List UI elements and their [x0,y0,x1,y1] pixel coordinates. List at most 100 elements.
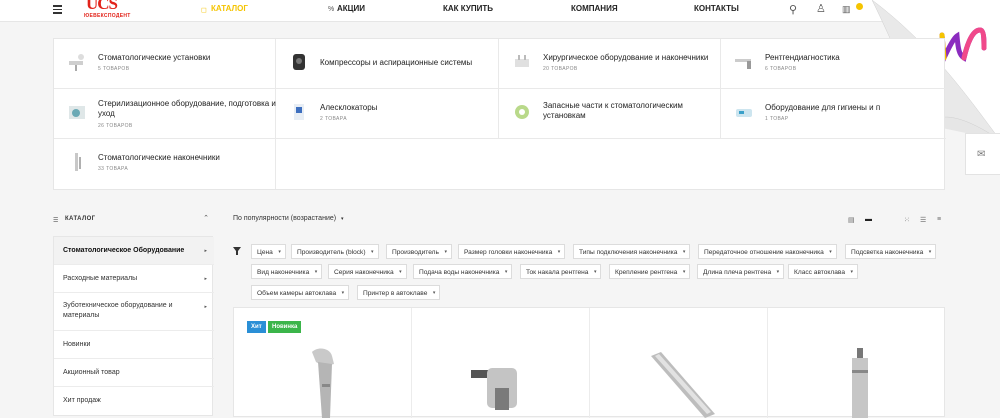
cart-badge [856,3,863,10]
category-name: Оборудование для гигиены и п [765,103,881,112]
filter-price[interactable]: Цена ▾ [251,244,286,259]
filter-connection-type[interactable]: Типы подключения наконечника ▾ [573,244,691,259]
view-compact-icon[interactable]: ▬ [865,216,872,223]
dental-unit-icon [69,54,84,71]
filter-handpiece-type[interactable]: Вид наконечника ▾ [251,264,323,279]
logo-subtext: ЮЕВЕКСПОДЕНТ [84,13,131,19]
caret-down-icon: ▾ [829,249,832,255]
category-grid: Стоматологические установки 5 товаров Ко… [53,38,946,190]
new-badge: Новинка [268,321,302,333]
apex-locator-icon [294,104,304,120]
category-card[interactable]: Хирургическое оборудование и наконечники… [499,39,721,89]
list-view-icon[interactable]: ☰ [920,216,926,224]
filter-water-supply[interactable]: Подача воды наконечника ▾ [413,264,513,279]
filter-label: Подача воды наконечника [419,269,500,276]
product-card[interactable] [768,308,946,418]
nav-catalog[interactable]: Каталог [211,4,248,13]
filter-label: Производитель [392,249,439,256]
caret-down-icon: ▾ [593,269,597,275]
category-card[interactable]: Запасные части к стоматологическим устан… [499,89,721,139]
category-name: Компрессоры и аспирационные системы [320,58,473,67]
category-card[interactable]: Стерилизационное оборудование, подготовк… [54,89,276,139]
logo-text: UCS [86,0,118,13]
stats-icon[interactable]: ▥ [842,4,851,15]
caret-down-icon: ▾ [341,216,344,222]
nav-company[interactable]: Компания [571,4,618,13]
category-name: Хирургическое оборудование и наконечники [543,53,709,62]
filter-autoclave-class[interactable]: Класс автоклава ▾ [788,264,858,279]
nav-contacts[interactable]: Контакты [694,4,739,13]
hygiene-icon [736,109,752,117]
caret-down-icon: ▾ [682,269,686,275]
filter-label: Производитель (block) [297,249,366,256]
feedback-tab[interactable]: ✉ [965,133,1000,175]
filter-filament-current[interactable]: Ток накала рентгена ▾ [520,264,602,279]
filter-manufacturer-block[interactable]: Производитель (block) ▾ [291,244,379,259]
filter-manufacturer[interactable]: Производитель ▾ [386,244,452,259]
percent-icon: % [328,6,335,13]
search-icon[interactable]: ⚲ [789,3,797,16]
sidebar-item-dental-equipment[interactable]: Стоматологическое Оборудование ▸ [54,237,214,265]
xray-icon [735,59,751,69]
logo[interactable]: UCS ЮЕВЕКСПОДЕНТ [84,0,131,20]
category-card[interactable]: Рентгендиагностика 6 товаров [721,39,946,89]
caret-down-icon: ▾ [444,249,447,255]
caret-down-icon: ▾ [682,249,686,255]
handpiece-icon [75,153,81,171]
sort-dropdown[interactable]: По популярности (возрастание) ▾ [233,215,344,222]
category-count: 5 товаров [98,66,130,72]
nav-promotions[interactable]: Акции [337,4,365,13]
sidebar-item-bestsellers[interactable]: Хит продаж [54,387,214,415]
category-count: 33 товара [98,166,129,172]
list-icon: ☰ [53,218,59,224]
filter-printer[interactable]: Принтер в автоклаве ▾ [357,285,441,300]
category-name: Алесклокаторы [320,103,378,112]
caret-down-icon: ▾ [928,249,932,255]
product-card[interactable] [412,308,590,418]
nav-how-to-buy[interactable]: Как купить [443,4,493,13]
sidebar-item-dental-lab[interactable]: Зуботехническое оборудование и материалы… [54,293,214,331]
mail-icon: ✉ [977,149,986,160]
category-count: 6 товаров [765,66,797,72]
view-cards-icon[interactable]: ▤ [848,216,855,224]
sidebar-item-new[interactable]: Новинки [54,331,214,359]
product-card[interactable]: Хит Новинка [234,308,412,418]
category-name: Стерилизационное оборудование, подготовк… [98,99,276,118]
category-card[interactable]: Стоматологические наконечники 33 товара [54,139,276,189]
product-image [651,352,715,418]
sort-label: По популярности (возрастание) [233,215,337,222]
caret-down-icon: ▾ [504,269,508,275]
chevron-up-icon[interactable]: ⌃ [203,214,209,222]
filter-light[interactable]: Подсветка наконечника ▾ [845,244,937,259]
user-icon[interactable]: ♙ [816,2,826,15]
category-card[interactable]: Стоматологические установки 5 товаров [54,39,276,89]
grid-view-icon[interactable]: ⁙ [904,216,910,224]
product-image [312,348,334,418]
surgical-unit-icon [515,55,529,67]
filter-arm-length[interactable]: Длина плеча рентгена ▾ [697,264,785,279]
caret-down-icon: ▾ [850,269,853,275]
compressor-icon [293,54,305,70]
filter-label: Типы подключения наконечника [579,249,678,256]
filter-xray-mount[interactable]: Крепление рентгена ▾ [609,264,691,279]
category-card[interactable]: Оборудование для гигиены и п 1 товар [721,89,946,139]
category-count: 2 товара [320,116,347,122]
category-name: Рентгендиагностика [765,53,840,62]
filter-head-size[interactable]: Размер головки наконечника ▾ [458,244,566,259]
sidebar-item-promo[interactable]: Акционный товар [54,359,214,387]
filter-label: Ток накала рентгена [526,269,589,276]
menu-icon[interactable] [53,5,62,14]
filter-series[interactable]: Серия наконечника ▾ [328,264,407,279]
catalog-sidebar: Стоматологическое Оборудование ▸ Расходн… [53,236,214,416]
price-list-view-icon[interactable]: ≡ [937,216,941,223]
sidebar-item-consumables[interactable]: Расходные материалы ▸ [54,265,214,293]
caret-down-icon: ▾ [278,249,281,255]
filter-chamber-volume[interactable]: Объем камеры автоклава ▾ [251,285,350,300]
category-card[interactable]: Компрессоры и аспирационные системы [276,39,499,89]
category-card[interactable]: Алесклокаторы 2 товара [276,89,499,139]
sidebar-header[interactable]: ☰ Каталог ⌃ [53,214,213,226]
filter-gear-ratio[interactable]: Передаточное отношение наконечника ▾ [698,244,837,259]
grid-icon: ◻ [201,7,207,14]
product-card[interactable] [590,308,768,418]
caret-down-icon: ▾ [341,290,345,296]
